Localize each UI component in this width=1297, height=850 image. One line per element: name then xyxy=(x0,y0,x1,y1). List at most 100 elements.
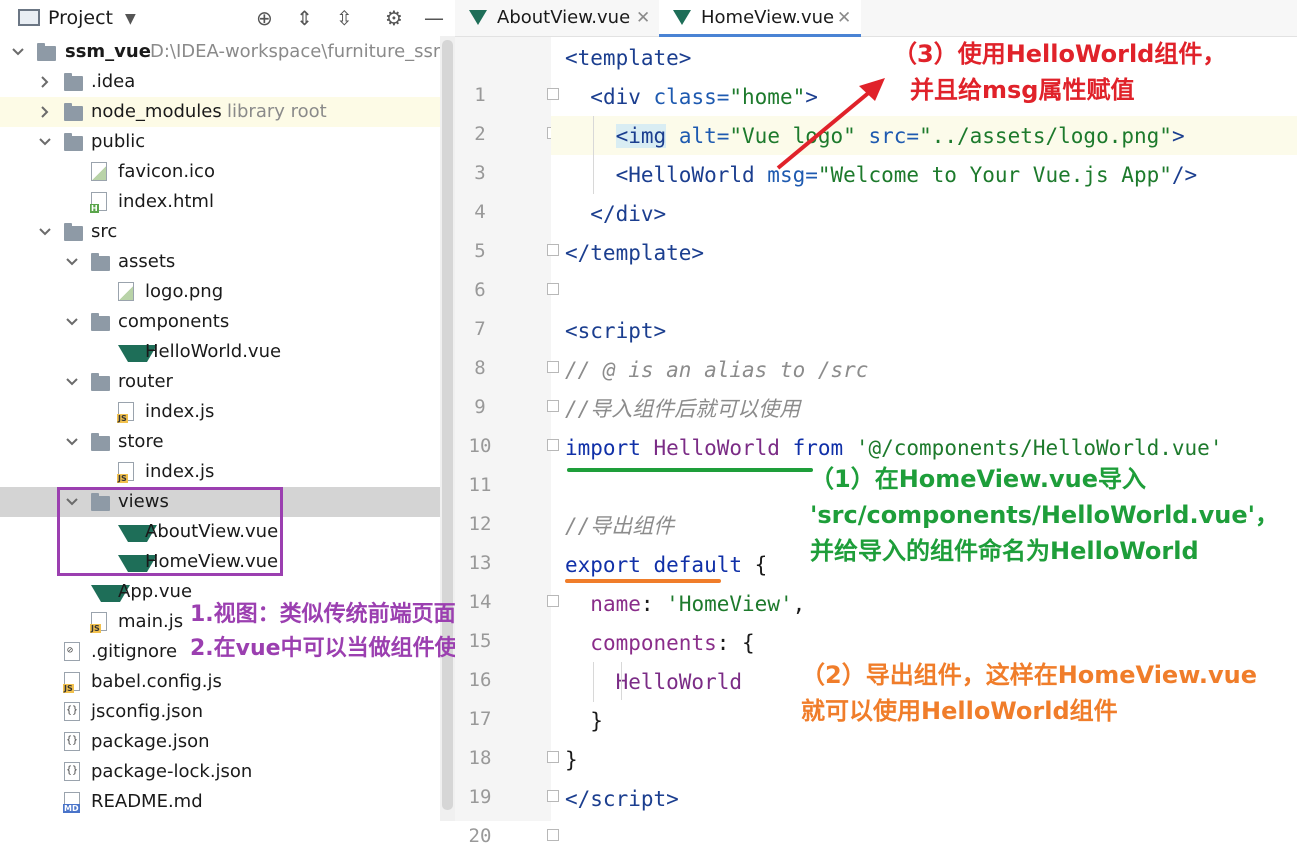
chevron-right-icon[interactable] xyxy=(37,74,53,90)
line-number: 1 xyxy=(474,84,486,106)
line-number: 15 xyxy=(468,630,492,652)
folder-icon xyxy=(64,103,83,121)
chevron-right-icon[interactable] xyxy=(37,104,53,120)
code-line[interactable]: // @ is an alias to /src xyxy=(565,356,868,384)
tree-item-label: package.json xyxy=(91,731,210,752)
annotation-export: （2）导出组件，这样在HomeView.vue 就可以使用HelloWorld组… xyxy=(801,657,1257,729)
tree-item[interactable]: components xyxy=(0,307,440,337)
code-line[interactable]: </template> xyxy=(565,239,704,267)
code-line[interactable]: <img alt="Vue logo" src="../assets/logo.… xyxy=(565,122,1185,150)
fold-marker-icon[interactable] xyxy=(547,283,559,295)
fold-marker-icon[interactable] xyxy=(547,361,559,373)
tree-item[interactable]: JS index.js xyxy=(0,397,440,427)
tree-item[interactable]: {} package.json xyxy=(0,727,440,757)
fold-marker-icon[interactable] xyxy=(547,88,559,100)
chevron-down-icon[interactable] xyxy=(64,434,80,450)
minimize-icon[interactable]: — xyxy=(424,4,444,32)
close-icon[interactable]: ✕ xyxy=(636,6,650,30)
tree-item[interactable]: JS babel.config.js xyxy=(0,667,440,697)
code-line[interactable]: //导入组件后就可以使用 xyxy=(565,395,800,423)
code-line[interactable]: } xyxy=(565,746,578,774)
tree-item[interactable]: {} package-lock.json xyxy=(0,757,440,787)
tree-item[interactable]: store xyxy=(0,427,440,457)
project-panel-title[interactable]: Project xyxy=(48,5,113,31)
indent-guide xyxy=(593,662,594,702)
line-number: 19 xyxy=(468,786,492,808)
annotation-line: （2）导出组件，这样在HomeView.vue xyxy=(801,661,1257,689)
tree-item[interactable]: JS index.js xyxy=(0,457,440,487)
target-icon[interactable]: ⊕ xyxy=(256,4,273,32)
tree-item[interactable]: HelloWorld.vue xyxy=(0,337,440,367)
collapse-all-icon[interactable]: ⇳ xyxy=(336,4,353,32)
fold-marker-icon[interactable] xyxy=(547,400,559,412)
fold-marker-icon[interactable] xyxy=(547,439,559,451)
tree-item[interactable]: {} jsconfig.json xyxy=(0,697,440,727)
code-line[interactable]: export default { xyxy=(565,551,767,579)
chevron-down-icon[interactable] xyxy=(64,254,80,270)
tree-item[interactable]: src xyxy=(0,217,440,247)
tree-item-label: favicon.ico xyxy=(118,161,215,182)
tree-item[interactable]: assets xyxy=(0,247,440,277)
tree-item[interactable]: ssm_vue D:\IDEA-workspace\furniture_ssm_v xyxy=(0,37,455,67)
code-line[interactable]: </div> xyxy=(565,200,666,228)
close-icon[interactable]: ✕ xyxy=(837,6,851,30)
tree-item[interactable]: router xyxy=(0,367,440,397)
js-file-icon: JS xyxy=(63,672,80,693)
code-line[interactable]: <script> xyxy=(565,317,666,345)
line-number: 6 xyxy=(474,279,486,301)
tree-item[interactable]: .idea xyxy=(0,67,440,97)
annotation-line: 并给导入的组件命名为HelloWorld xyxy=(810,537,1199,565)
fold-marker-icon[interactable] xyxy=(547,751,559,763)
code-line[interactable]: //导出组件 xyxy=(565,512,674,540)
js-file-icon: JS xyxy=(117,462,134,483)
fold-marker-icon[interactable] xyxy=(547,829,559,841)
tree-item-label: App.vue xyxy=(118,581,193,602)
code-line[interactable]: <div class="home"> xyxy=(565,83,818,111)
indent-guide xyxy=(621,662,622,700)
tree-item-label: index.html xyxy=(118,191,214,212)
expand-all-icon[interactable]: ⇕ xyxy=(296,4,313,32)
code-line[interactable]: HelloWorld xyxy=(565,668,742,696)
folder-icon xyxy=(64,133,83,151)
code-line[interactable]: </script> xyxy=(565,785,679,813)
chevron-down-icon[interactable]: ▼ xyxy=(125,5,136,33)
image-file-icon xyxy=(118,282,134,301)
chevron-down-icon[interactable] xyxy=(37,134,53,150)
code-line[interactable]: import HelloWorld from '@/components/Hel… xyxy=(565,434,1222,462)
line-number: 2 xyxy=(474,123,486,145)
markdown-file-icon: MD xyxy=(63,792,80,813)
tree-item[interactable]: Hindex.html xyxy=(0,187,440,217)
tree-scrollbar-thumb[interactable] xyxy=(442,40,453,810)
chevron-down-icon[interactable] xyxy=(64,374,80,390)
tree-item[interactable]: MD README.md xyxy=(0,787,440,817)
tree-item[interactable]: public xyxy=(0,127,440,157)
tree-item[interactable]: favicon.ico xyxy=(0,157,440,187)
line-number: 3 xyxy=(474,162,486,184)
editor-tab-bar: AboutView.vue ✕ HomeView.vue ✕ xyxy=(455,0,1297,37)
tab-label: AboutView.vue xyxy=(497,7,631,28)
chevron-down-icon[interactable] xyxy=(37,224,53,240)
chevron-down-icon[interactable] xyxy=(64,314,80,330)
fold-marker-icon[interactable] xyxy=(547,790,559,802)
code-line[interactable]: } xyxy=(565,707,603,735)
folder-icon xyxy=(64,73,83,91)
tree-item-label: package-lock.json xyxy=(91,761,253,782)
tab-about-view[interactable]: AboutView.vue ✕ xyxy=(455,0,657,36)
code-line[interactable]: components: { xyxy=(565,629,754,657)
code-line[interactable]: name: 'HomeView', xyxy=(565,590,805,618)
folder-icon xyxy=(91,313,110,331)
annotation-line: （3）使用HelloWorld组件， xyxy=(893,40,1227,68)
fold-marker-icon[interactable] xyxy=(547,244,559,256)
fold-marker-icon[interactable] xyxy=(547,595,559,607)
tree-item[interactable]: node_modules library root xyxy=(0,97,440,127)
views-note-line: 2.在vue中可以当做组件使用 xyxy=(190,636,455,661)
line-number: 18 xyxy=(468,747,492,769)
settings-icon[interactable]: ⚙ xyxy=(385,4,403,32)
code-line[interactable]: <HelloWorld msg="Welcome to Your Vue.js … xyxy=(565,161,1198,189)
code-line[interactable]: <template> xyxy=(565,44,691,72)
tree-item[interactable]: logo.png xyxy=(0,277,440,307)
line-number: 14 xyxy=(468,591,492,613)
tab-home-view[interactable]: HomeView.vue ✕ xyxy=(659,0,861,37)
tree-item-label: public xyxy=(91,131,146,152)
chevron-down-icon[interactable] xyxy=(10,44,26,60)
